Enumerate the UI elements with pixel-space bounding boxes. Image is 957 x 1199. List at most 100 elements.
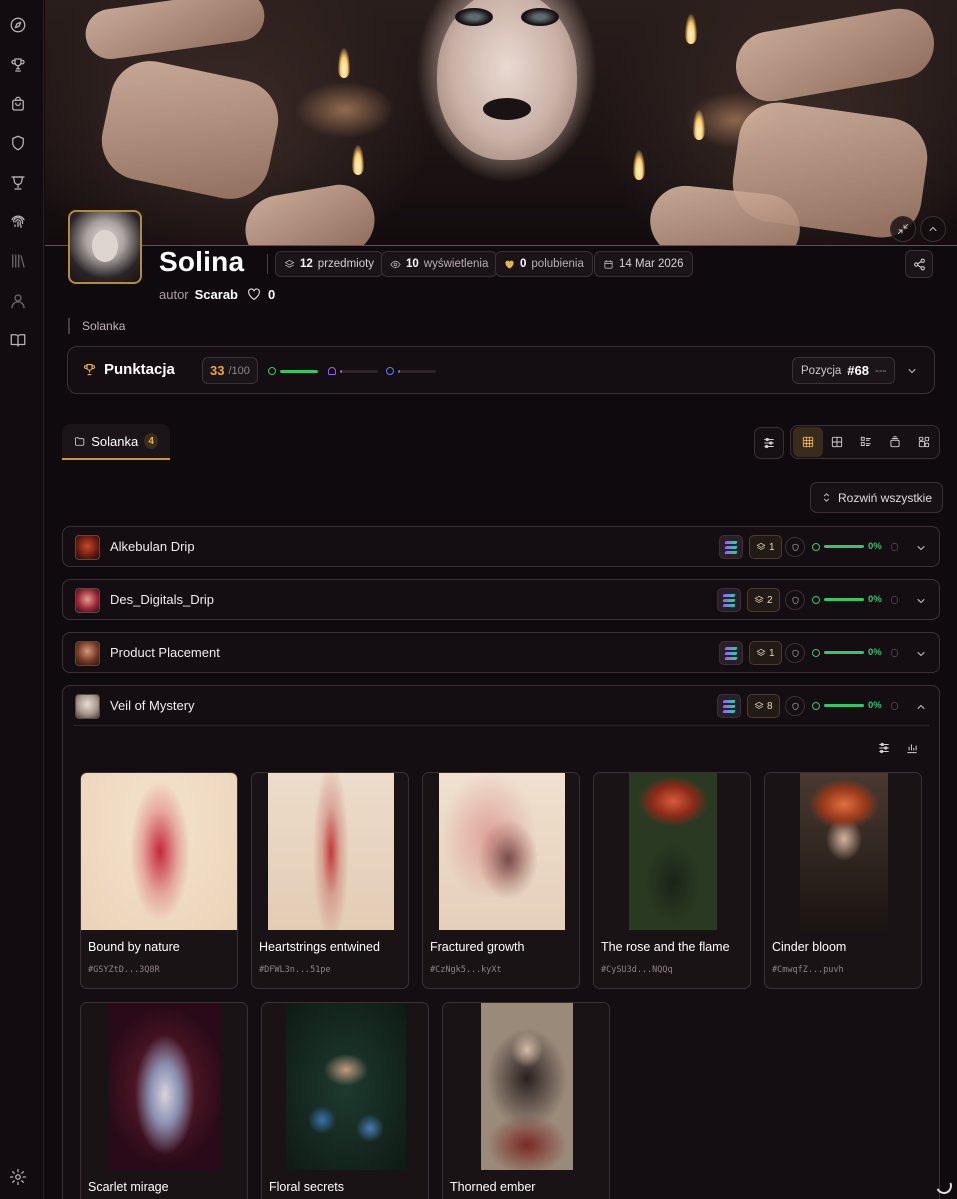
collection-row[interactable]: Product Placement 1 0% bbox=[62, 632, 940, 673]
like-count: 0 bbox=[268, 286, 276, 302]
item-card[interactable]: Heartstrings entwined #DFWL3n...51pe bbox=[251, 772, 409, 989]
layers-icon bbox=[756, 648, 766, 656]
item-count-badge: 1 bbox=[749, 535, 782, 559]
gear-icon[interactable] bbox=[9, 1168, 27, 1186]
item-card[interactable]: Thorned ember bbox=[442, 1002, 610, 1199]
view-list-button[interactable] bbox=[851, 427, 881, 457]
shield-icon bbox=[785, 643, 805, 663]
item-card[interactable]: Bound by nature #GSYZtD...3Q8R bbox=[80, 772, 238, 989]
item-count-badge: 8 bbox=[747, 694, 780, 718]
view-stack-button[interactable] bbox=[880, 427, 910, 457]
folder-icon bbox=[75, 436, 85, 446]
item-image bbox=[629, 773, 717, 930]
sliders-icon bbox=[764, 437, 774, 449]
chevron-down-icon[interactable] bbox=[915, 647, 927, 659]
collection-thumbnail bbox=[75, 535, 100, 560]
collection-name: Des_Digitals_Drip bbox=[110, 592, 215, 607]
item-image bbox=[268, 773, 394, 930]
item-image bbox=[81, 773, 237, 930]
item-image bbox=[109, 1003, 221, 1170]
item-image bbox=[481, 1003, 573, 1170]
item-card[interactable]: Floral secrets bbox=[261, 1002, 429, 1199]
item-card[interactable]: The rose and the flame #CySU3d...NQQq bbox=[593, 772, 751, 989]
view-grid-button[interactable] bbox=[822, 427, 852, 457]
share-button[interactable] bbox=[905, 250, 933, 278]
bar-chart-icon[interactable] bbox=[905, 741, 919, 755]
library-icon[interactable] bbox=[9, 252, 27, 270]
tab-folder-solanka[interactable]: Solanka 4 bbox=[62, 424, 170, 460]
scroll-up-button[interactable] bbox=[920, 216, 946, 242]
book-open-icon[interactable] bbox=[9, 331, 27, 349]
author-row: autor Scarab 0 bbox=[159, 286, 275, 302]
fingerprint-icon[interactable] bbox=[9, 213, 27, 231]
score-value: 33 /100 bbox=[202, 357, 258, 384]
item-card[interactable]: Fractured growth #CzNgk5...kyXt bbox=[422, 772, 580, 989]
date-stat-chip: 14 Mar 2026 bbox=[594, 251, 693, 277]
chevron-down-icon[interactable] bbox=[906, 364, 918, 376]
filter-button[interactable] bbox=[754, 427, 784, 459]
expand-all-button[interactable]: Rozwiń wszystkie bbox=[810, 482, 944, 513]
views-stat-chip: 10 wyświetlenia bbox=[381, 251, 498, 277]
completion-bar bbox=[268, 367, 318, 375]
item-title: Thorned ember bbox=[450, 1180, 536, 1194]
chevron-up-icon[interactable] bbox=[915, 700, 927, 712]
cover-banner-image bbox=[45, 0, 957, 246]
author-link[interactable]: Scarab bbox=[195, 287, 238, 302]
item-title: Scarlet mirage bbox=[88, 1180, 169, 1194]
item-title: Cinder bloom bbox=[772, 940, 847, 954]
holders-bar bbox=[386, 367, 436, 375]
item-title: Heartstrings entwined bbox=[259, 940, 380, 954]
item-card[interactable]: Scarlet mirage bbox=[80, 1002, 248, 1199]
trophy-icon[interactable] bbox=[9, 56, 27, 74]
trophy-icon bbox=[84, 363, 95, 376]
view-mosaic-button[interactable] bbox=[909, 427, 939, 457]
collection-progress: 0% bbox=[812, 541, 898, 552]
target-icon bbox=[268, 367, 276, 375]
user-icon[interactable] bbox=[9, 292, 27, 310]
collection-row-expanded: Veil of Mystery 8 0% Bound by nature #GS… bbox=[62, 685, 940, 1199]
like-heart-icon[interactable] bbox=[246, 286, 262, 302]
view-grid-dense-button[interactable] bbox=[793, 427, 823, 457]
page-title: Solina bbox=[159, 246, 245, 277]
collapse-banner-button[interactable] bbox=[890, 216, 916, 242]
collection-row[interactable]: Alkebulan Drip 1 0% bbox=[62, 526, 940, 567]
stack-icon bbox=[890, 436, 900, 448]
item-card[interactable]: Cinder bloom #CmwqfZ...puvh bbox=[764, 772, 922, 989]
chevrons-up-down-icon bbox=[823, 493, 830, 502]
avatar[interactable] bbox=[68, 210, 142, 284]
eye-icon bbox=[390, 260, 401, 268]
folder-count-badge: 4 bbox=[144, 433, 158, 449]
heart-icon bbox=[505, 260, 514, 269]
compass-icon[interactable] bbox=[9, 16, 27, 34]
collection-row[interactable]: Des_Digitals_Drip 2 0% bbox=[62, 579, 940, 620]
item-id: #GSYZtD...3Q8R bbox=[88, 965, 160, 975]
item-id: #CySU3d...NQQq bbox=[601, 965, 673, 975]
layers-icon bbox=[756, 542, 766, 550]
share-icon bbox=[913, 258, 925, 270]
layers-icon bbox=[284, 259, 295, 268]
list-icon bbox=[860, 436, 871, 446]
sliders-icon[interactable] bbox=[877, 741, 891, 755]
item-image bbox=[800, 773, 888, 930]
shield-icon[interactable] bbox=[9, 134, 27, 152]
layers-icon bbox=[754, 701, 764, 709]
grid-dense-icon bbox=[802, 436, 814, 448]
shield-icon bbox=[785, 590, 805, 610]
cup-icon[interactable] bbox=[9, 174, 27, 192]
collection-description: Solanka bbox=[68, 318, 125, 334]
item-id: #DFWL3n...51pe bbox=[259, 965, 331, 975]
items-stat-chip: 12 przedmioty bbox=[275, 251, 384, 277]
solana-badge-icon bbox=[719, 535, 743, 559]
score-panel[interactable]: Punktacja 33 /100 Pozycja #68 --- bbox=[67, 346, 935, 394]
chevron-down-icon[interactable] bbox=[915, 594, 927, 606]
shield-icon bbox=[785, 696, 805, 716]
item-count-badge: 1 bbox=[749, 641, 782, 665]
collection-name: Product Placement bbox=[110, 645, 220, 660]
score-title: Punktacja bbox=[82, 361, 175, 378]
chevron-down-icon[interactable] bbox=[915, 541, 927, 553]
position-badge: Pozycja #68 --- bbox=[792, 357, 896, 384]
shield-icon bbox=[785, 537, 805, 557]
shopping-bag-icon[interactable] bbox=[9, 95, 27, 113]
calendar-icon bbox=[604, 259, 613, 269]
item-title: Fractured growth bbox=[430, 940, 525, 954]
